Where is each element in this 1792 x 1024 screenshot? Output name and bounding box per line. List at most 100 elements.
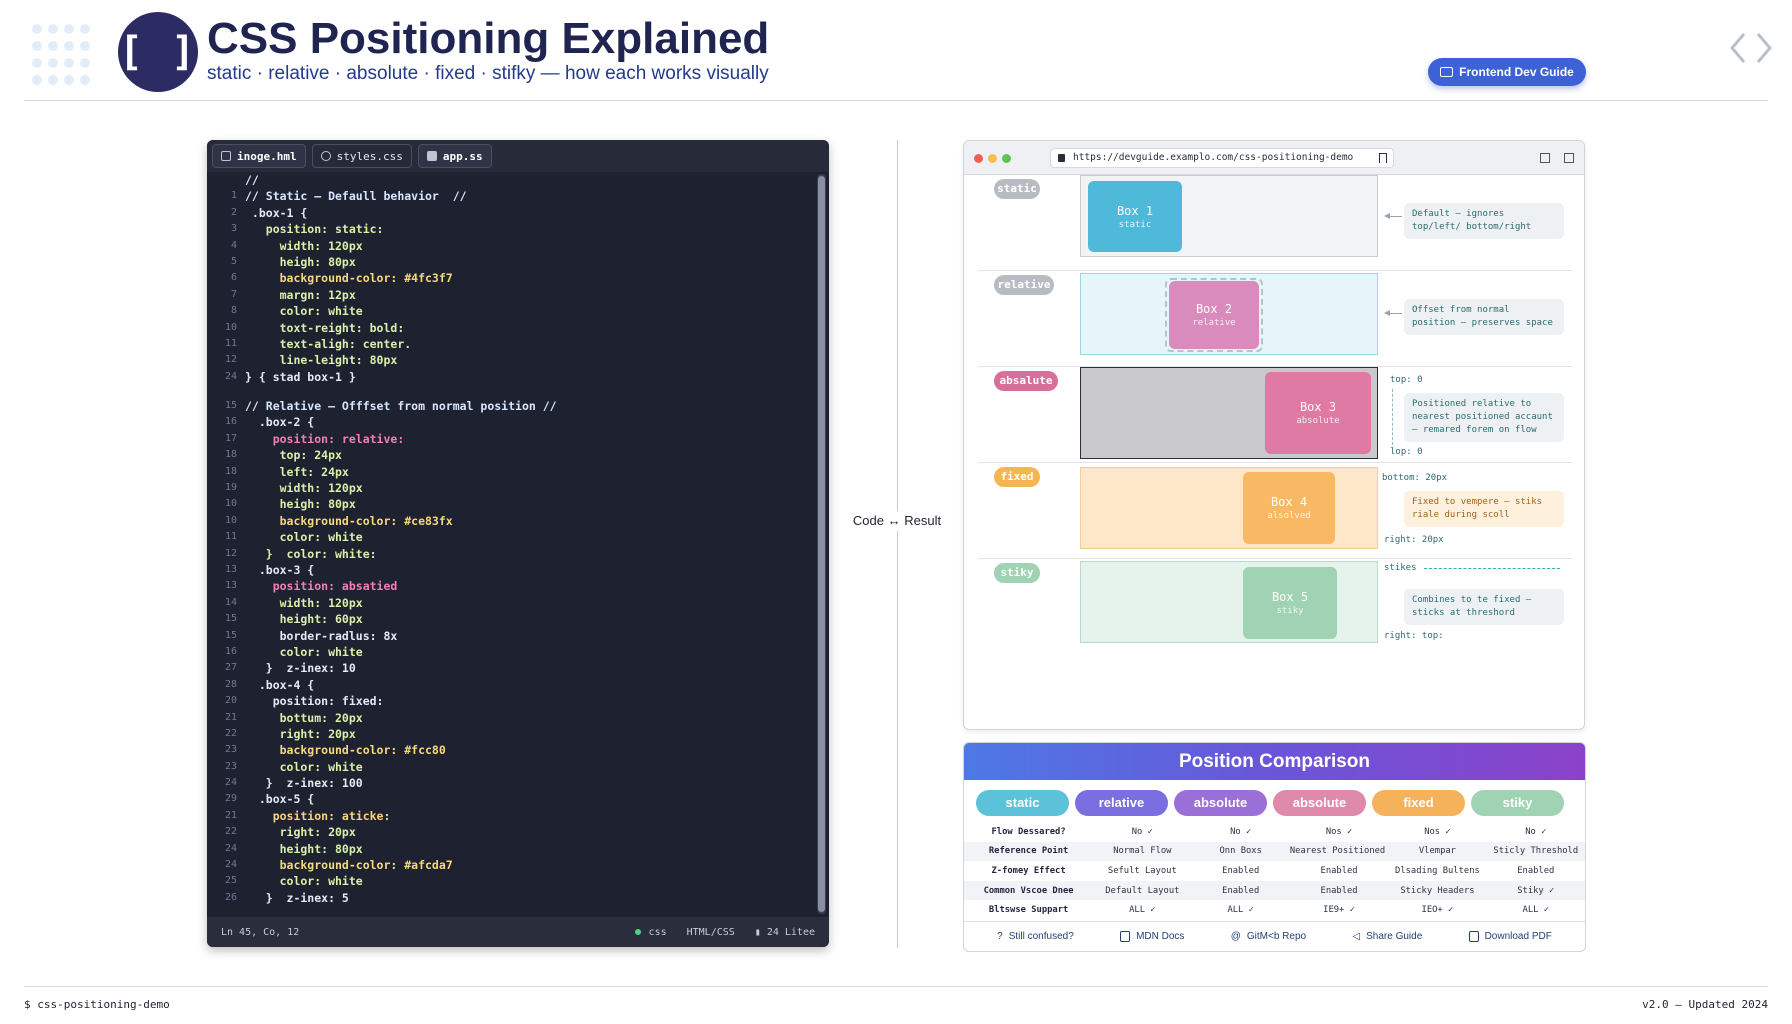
code-line: } z-inex: 10 — [245, 661, 356, 676]
line-number: 15 — [224, 613, 237, 625]
code-line: line-leight: 80px — [245, 353, 398, 368]
line-number: 21 — [224, 809, 237, 821]
close-dot-icon[interactable] — [974, 154, 983, 163]
footer-repo-label: $ css-positioning-demo — [24, 998, 170, 1011]
line-number: 23 — [224, 760, 237, 772]
pill-fixed: fixed — [994, 467, 1040, 487]
arrow-left-icon — [1384, 213, 1402, 219]
github-repo-link[interactable]: @ GitM<b Repo — [1231, 931, 1306, 942]
line-number: 6 — [230, 272, 237, 284]
language-indicator[interactable]: css — [634, 927, 667, 938]
question-icon: ? — [997, 931, 1003, 942]
line-number: 3 — [230, 223, 237, 235]
section-absolute: absalute Box 3 absolute top: 0 Positioned… — [978, 367, 1572, 463]
stage-fixed: Box 4 alsolved — [1080, 467, 1378, 549]
code-line: .box-3 { — [245, 562, 315, 577]
line-number: 21 — [224, 711, 237, 723]
line-number: 17 — [224, 432, 237, 444]
note-absolute: Positioned relative to nearest positione… — [1404, 393, 1564, 442]
code-line: position: fixed: — [245, 694, 384, 709]
code-line: } z-inex: 5 — [245, 890, 349, 905]
row-header: Flow Dessared? — [991, 826, 1066, 837]
label-right-top: right: top: — [1384, 631, 1444, 641]
line-number: 24 — [224, 370, 237, 382]
stage-absolute: Box 3 absolute — [1080, 367, 1378, 459]
line-number: 23 — [224, 744, 237, 756]
section-relative: relative Box 2 relative Offset from norma… — [978, 271, 1572, 367]
page-subtitle: static · relative · absolute · fixed · s… — [207, 63, 769, 84]
line-number: 13 — [224, 580, 237, 592]
maximize-dot-icon[interactable] — [1002, 154, 1011, 163]
bookmark-icon[interactable] — [1379, 153, 1387, 163]
code-line: width: 120px — [245, 481, 363, 496]
download-pdf-link[interactable]: Download PDF — [1468, 931, 1552, 942]
table-cell: IEO+ ✓ — [1421, 905, 1454, 916]
window-restore-icon[interactable] — [1540, 153, 1550, 163]
label-stikes: stikes — [1384, 563, 1417, 573]
mdn-docs-link[interactable]: MDN Docs — [1120, 931, 1184, 942]
share-icon: ◁ — [1352, 931, 1361, 942]
note-relative: Offset from normal position — preserves … — [1404, 299, 1564, 335]
line-number: 2 — [230, 206, 237, 218]
download-icon — [1468, 931, 1479, 942]
code-content[interactable]: // // Static — Defaull behavior // .box-1… — [245, 172, 809, 906]
minimize-dot-icon[interactable] — [988, 154, 997, 163]
table-cell: Enabled — [1517, 865, 1555, 876]
code-line: top: 24px — [245, 448, 342, 463]
line-number — [207, 172, 237, 188]
comparison-col-0: static — [976, 790, 1069, 816]
line-number: 12 — [224, 547, 237, 559]
frontend-dev-guide-button[interactable]: Frontend Dev Guide — [1428, 58, 1586, 86]
line-number: 16 — [224, 416, 237, 428]
pill-static: static — [994, 179, 1040, 199]
line-number: 18 — [224, 465, 237, 477]
line-number: 10 — [224, 321, 237, 333]
tab-inoge-hml[interactable]: inoge.hml — [212, 144, 306, 168]
line-number: 5 — [230, 255, 237, 267]
code-result-divider — [897, 140, 898, 948]
line-number: 20 — [224, 695, 237, 707]
line-number: 24 — [224, 842, 237, 854]
comparison-table: Flow Dessared? No ✓ No ✓ Nos ✓ Nos ✓ No ✓ Refe… — [964, 822, 1585, 920]
line-number: 26 — [224, 891, 237, 903]
code-line: heigh: 80px — [245, 254, 356, 269]
tab-styles-css[interactable]: styles.css — [311, 144, 412, 168]
page-title: CSS Positioning Explained — [207, 14, 770, 63]
footer-version: v2.0 — Updated 2024 — [1642, 998, 1768, 1011]
code-line: margn: 12px — [245, 287, 356, 302]
editor-scrollbar[interactable] — [817, 174, 826, 914]
address-bar[interactable]: https://devguide.examplo.com/css-positio… — [1050, 148, 1394, 168]
footer-divider — [24, 986, 1768, 987]
code-line: color: white — [245, 759, 363, 774]
line-number: 16 — [224, 645, 237, 657]
line-number: 1 — [230, 190, 237, 202]
scrollbar-thumb[interactable] — [818, 176, 825, 912]
code-line: position: relative: — [245, 431, 405, 446]
still-confused-link[interactable]: ? Still confused? — [997, 931, 1074, 942]
code-line: background-color: #afcda7 — [245, 858, 453, 873]
table-row: Z-fomey Effect Sefult Layout Enabled Enable… — [964, 861, 1585, 881]
book-icon — [1120, 931, 1131, 942]
line-number: 22 — [224, 727, 237, 739]
window-maximize-icon[interactable] — [1564, 153, 1574, 163]
table-cell: Nos ✓ — [1325, 826, 1353, 837]
stage-static: Box 1 static — [1080, 175, 1378, 257]
code-line: border-radlus: 8x — [245, 628, 398, 643]
pill-absalute: absalute — [994, 371, 1058, 391]
section-static: static Box 1 static Default — ignores top… — [978, 175, 1572, 271]
code-line: width: 120px — [245, 238, 363, 253]
code-editor[interactable]: inoge.hml styles.css app.ss 1 2 3 4 5 6 7 8 10 11… — [207, 140, 829, 947]
code-line: right: 20px — [245, 726, 356, 741]
share-guide-link[interactable]: ◁ Share Guide — [1352, 931, 1422, 942]
mode-indicator[interactable]: HTML/CSS — [687, 927, 735, 938]
line-number: 29 — [224, 793, 237, 805]
tab-app-ss[interactable]: app.ss — [417, 144, 492, 168]
line-number: 22 — [224, 826, 237, 838]
code-brackets-icon[interactable] — [1728, 28, 1774, 68]
guide-button-label: Frontend Dev Guide — [1459, 65, 1574, 79]
label-lop-0: lop: 0 — [1390, 447, 1423, 457]
table-cell: Vlempar — [1418, 846, 1456, 857]
table-cell: Sticky Headers — [1400, 885, 1475, 896]
table-cell: ALL ✓ — [1129, 905, 1156, 916]
